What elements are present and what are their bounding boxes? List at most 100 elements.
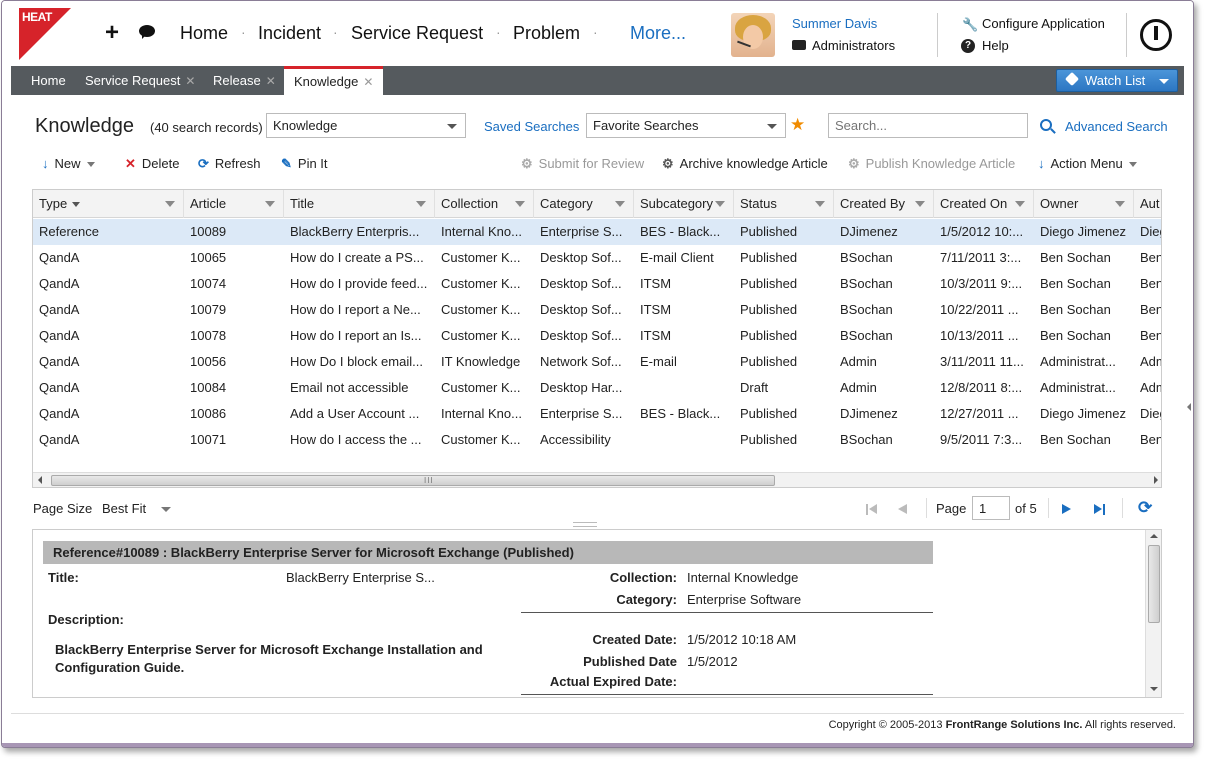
last-page-icon[interactable]: [1094, 504, 1106, 515]
column-header-created-on[interactable]: Created On: [934, 190, 1034, 218]
scroll-right-icon[interactable]: [1154, 476, 1158, 484]
search-icon[interactable]: [1040, 119, 1052, 131]
header-divider: [937, 13, 938, 57]
column-header-subcategory[interactable]: Subcategory: [634, 190, 734, 218]
column-header-collection[interactable]: Collection: [435, 190, 534, 218]
cell-created-by: BSochan: [840, 250, 893, 265]
table-row[interactable]: QandA 10071 How do I access the ... Custome…: [33, 427, 1161, 453]
user-name-link[interactable]: Summer Davis: [792, 16, 877, 31]
filter-icon[interactable]: [1015, 201, 1025, 207]
filter-icon[interactable]: [515, 201, 525, 207]
tab-label: Knowledge: [294, 74, 359, 89]
cell-subcategory: ITSM: [640, 276, 672, 291]
panel-splitter[interactable]: [573, 522, 597, 527]
action-menu-button[interactable]: ↓ Action Menu: [1038, 156, 1137, 171]
chat-bubble-icon[interactable]: [139, 25, 155, 39]
cell-subcategory: [634, 427, 734, 453]
column-header-author[interactable]: Aut: [1134, 190, 1161, 218]
tab-label: Home: [31, 73, 66, 88]
column-header-category[interactable]: Category: [534, 190, 634, 218]
new-button[interactable]: ↓ New: [42, 156, 95, 171]
close-icon[interactable]: ✕: [363, 75, 373, 89]
table-row[interactable]: Reference 10089 BlackBerry Enterpris... Int…: [33, 219, 1161, 245]
previous-page-icon[interactable]: [898, 504, 907, 514]
tab-home[interactable]: Home: [21, 66, 76, 95]
object-select[interactable]: Knowledge: [266, 113, 466, 138]
wrench-icon: 🔧: [962, 17, 979, 32]
table-row[interactable]: QandA 10084 Email not accessible Customer K…: [33, 375, 1161, 401]
table-row[interactable]: QandA 10078 How do I report an Is... Custom…: [33, 323, 1161, 349]
next-page-icon[interactable]: [1062, 504, 1071, 514]
nav-service-request[interactable]: Service Request: [351, 23, 483, 44]
filter-icon[interactable]: [416, 201, 426, 207]
column-header-owner[interactable]: Owner: [1034, 190, 1134, 218]
help-link[interactable]: Help: [982, 38, 1009, 53]
column-label: Created By: [840, 196, 906, 211]
column-header-status[interactable]: Status: [734, 190, 834, 218]
page-number-input[interactable]: [972, 496, 1010, 520]
filter-icon[interactable]: [165, 201, 175, 207]
star-icon[interactable]: ★: [790, 115, 805, 135]
chevron-down-icon[interactable]: [161, 507, 171, 512]
saved-searches-link[interactable]: Saved Searches: [484, 119, 579, 134]
cell-created-on: 1/5/2012 10:...: [940, 224, 1024, 239]
column-header-type[interactable]: Type: [33, 190, 184, 218]
watch-list-button[interactable]: Watch List: [1056, 69, 1178, 92]
scroll-up-icon[interactable]: [1150, 534, 1158, 538]
nav-problem[interactable]: Problem: [513, 23, 580, 44]
scrollbar-thumb[interactable]: III: [51, 475, 775, 486]
filter-icon[interactable]: [815, 201, 825, 207]
nav-incident[interactable]: Incident: [258, 23, 321, 44]
column-label: Category: [540, 196, 593, 211]
horizontal-scrollbar[interactable]: III: [33, 472, 1161, 487]
table-row[interactable]: QandA 10079 How do I report a Ne... Custome…: [33, 297, 1161, 323]
submit-for-review-button[interactable]: ⚙ Submit for Review: [521, 156, 644, 172]
publish-article-button[interactable]: ⚙ Publish Knowledge Article: [848, 156, 1015, 172]
tab-service-request[interactable]: Service Request ✕: [75, 66, 205, 95]
advanced-search-link[interactable]: Advanced Search: [1065, 119, 1175, 134]
filter-icon[interactable]: [715, 201, 725, 207]
close-icon[interactable]: ✕: [266, 74, 276, 88]
archive-article-button[interactable]: ⚙ Archive knowledge Article: [662, 156, 828, 172]
configure-application-link[interactable]: Configure Application: [982, 16, 1105, 31]
collapse-handle-icon[interactable]: [1182, 401, 1191, 415]
column-header-title[interactable]: Title: [284, 190, 435, 218]
table-row[interactable]: QandA 10065 How do I create a PS... Custome…: [33, 245, 1161, 271]
table-row[interactable]: QandA 10086 Add a User Account ... Internal…: [33, 401, 1161, 427]
cell-category: Desktop Har...: [540, 380, 623, 395]
pin-it-button[interactable]: ✎ Pin It: [281, 156, 328, 172]
page-size-select[interactable]: Best Fit: [102, 501, 146, 516]
scroll-left-icon[interactable]: [38, 476, 42, 484]
tab-release[interactable]: Release ✕: [203, 66, 286, 95]
user-role[interactable]: Administrators: [812, 38, 895, 53]
scrollbar-thumb[interactable]: [1148, 545, 1160, 623]
refresh-icon[interactable]: ⟳: [1138, 498, 1152, 518]
power-logout-icon[interactable]: [1140, 19, 1172, 51]
avatar[interactable]: [731, 13, 775, 57]
search-input[interactable]: [828, 113, 1028, 138]
filter-icon[interactable]: [915, 201, 925, 207]
filter-icon[interactable]: [265, 201, 275, 207]
scroll-down-icon[interactable]: [1150, 687, 1158, 691]
nav-more[interactable]: More...: [630, 23, 686, 44]
delete-x-icon: ✕: [125, 156, 136, 171]
cell-status: Published: [740, 224, 798, 239]
column-header-created-by[interactable]: Created By: [834, 190, 934, 218]
cell-author: Adm: [1140, 354, 1161, 369]
nav-home[interactable]: Home: [180, 23, 228, 44]
column-header-article[interactable]: Article: [184, 190, 284, 218]
table-row[interactable]: QandA 10056 How Do I block email... IT Know…: [33, 349, 1161, 375]
cell-subcategory: ITSM: [640, 328, 672, 343]
first-page-icon[interactable]: [866, 504, 878, 515]
filter-icon[interactable]: [615, 201, 625, 207]
cell-type: QandA: [39, 406, 80, 421]
filter-icon[interactable]: [1115, 201, 1125, 207]
tab-knowledge[interactable]: Knowledge ✕: [284, 66, 384, 95]
favorite-searches-select[interactable]: Favorite Searches: [586, 113, 786, 138]
table-row[interactable]: QandA 10074 How do I provide feed... Custom…: [33, 271, 1161, 297]
vertical-scrollbar[interactable]: [1145, 530, 1161, 697]
delete-button[interactable]: ✕ Delete: [125, 156, 179, 172]
refresh-button[interactable]: ⟳ Refresh: [198, 156, 260, 172]
plus-icon[interactable]: +: [105, 19, 119, 47]
close-icon[interactable]: ✕: [185, 74, 195, 88]
